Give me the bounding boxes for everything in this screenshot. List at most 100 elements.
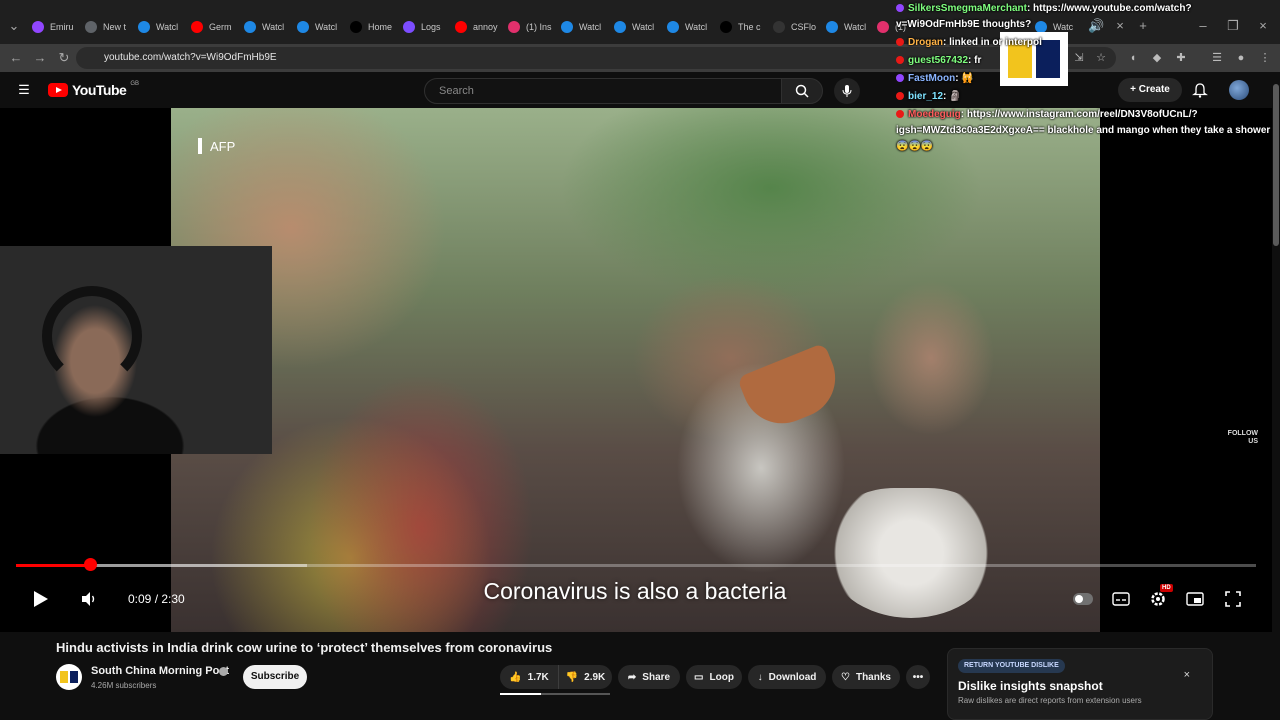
- tab-label: Watcl: [156, 22, 179, 32]
- forward-icon[interactable]: →: [32, 50, 48, 66]
- share-button[interactable]: ➦ Share: [618, 665, 680, 689]
- loop-icon: ▭: [694, 671, 704, 683]
- like-button[interactable]: 👍 1.7K: [500, 665, 558, 689]
- fullscreen-icon[interactable]: [1224, 590, 1242, 608]
- browser-tab[interactable]: Germ: [191, 14, 241, 40]
- browser-tab[interactable]: Watcl: [667, 14, 717, 40]
- chat-message: guest567432: fr: [896, 52, 981, 70]
- tab-favicon-icon: [403, 21, 415, 33]
- browser-tab[interactable]: (1) Ins: [508, 14, 558, 40]
- page-scrollbar[interactable]: [1272, 72, 1280, 720]
- chat-username[interactable]: bier_12: [908, 91, 943, 102]
- channel-avatar[interactable]: [56, 664, 82, 690]
- chat-badge-icon: [896, 110, 904, 119]
- like-ratio-fill: [500, 693, 541, 695]
- restore-icon[interactable]: ❐: [1225, 18, 1241, 34]
- chat-username[interactable]: guest567432: [908, 55, 968, 66]
- browser-tab[interactable]: Watcl: [826, 14, 876, 40]
- time-display: 0:09 / 2:30: [128, 592, 185, 606]
- reading-list-icon[interactable]: ☰: [1210, 51, 1224, 65]
- reload-icon[interactable]: ↻: [56, 50, 72, 66]
- progress-bar[interactable]: [16, 564, 1256, 567]
- tab-label: Germ: [209, 22, 232, 32]
- chat-username[interactable]: FastMoon: [908, 73, 955, 84]
- voice-search-button[interactable]: [834, 78, 860, 104]
- account-avatar[interactable]: [1229, 80, 1249, 100]
- autoplay-toggle[interactable]: [1073, 593, 1093, 605]
- tab-favicon-icon: [773, 21, 785, 33]
- miniplayer-icon[interactable]: [1186, 590, 1204, 608]
- video-title: Hindu activists in India drink cow urine…: [56, 640, 553, 655]
- chat-username[interactable]: Moedeguig: [908, 109, 961, 120]
- thumbs-down-icon: 👎: [565, 671, 579, 683]
- hd-badge: HD: [1160, 584, 1173, 592]
- hamburger-menu-icon[interactable]: ☰: [16, 82, 32, 98]
- audio-tab-icon[interactable]: 🔊: [1088, 18, 1104, 34]
- minimize-icon[interactable]: –: [1195, 18, 1211, 34]
- extensions-puzzle-icon[interactable]: ✚: [1174, 51, 1188, 65]
- follow-us-text: FOLLOW US: [1227, 430, 1258, 445]
- new-tab-icon[interactable]: +: [1135, 18, 1151, 34]
- volume-icon[interactable]: [80, 590, 98, 608]
- afp-watermark: AFP: [198, 138, 235, 154]
- video-player[interactable]: AFP Coronavirus is also a bacteria: [0, 108, 1272, 632]
- tab-label: The c: [738, 22, 761, 32]
- browser-tab[interactable]: Emiru: [32, 14, 82, 40]
- more-actions-button[interactable]: •••: [906, 665, 930, 689]
- chat-badge-icon: [896, 74, 904, 83]
- browser-tab[interactable]: Watcl: [244, 14, 294, 40]
- loop-button[interactable]: ▭ Loop: [686, 665, 742, 689]
- play-icon[interactable]: [30, 589, 50, 609]
- tab-label: Watcl: [262, 22, 285, 32]
- browser-tab[interactable]: CSFlo: [773, 14, 823, 40]
- tab-favicon-icon: [244, 21, 256, 33]
- subscribe-button[interactable]: Subscribe: [243, 665, 307, 689]
- tab-favicon-icon: [720, 21, 732, 33]
- profile-icon[interactable]: ●: [1234, 51, 1248, 65]
- scrollbar-thumb[interactable]: [1273, 84, 1279, 246]
- tab-search-icon[interactable]: ⌄: [6, 18, 22, 34]
- extension-icon[interactable]: ◆: [1150, 51, 1164, 65]
- ryd-description: Raw dislikes are direct reports from ext…: [958, 696, 1142, 705]
- browser-tab[interactable]: Logs: [403, 14, 453, 40]
- install-app-icon[interactable]: ⇲: [1072, 51, 1086, 65]
- notifications-bell-icon[interactable]: [1192, 82, 1208, 98]
- ryd-card: RETURN YOUTUBE DISLIKE × Dislike insight…: [947, 648, 1213, 720]
- subtitles-icon[interactable]: [1112, 590, 1130, 608]
- thanks-button[interactable]: ♡ Thanks: [832, 665, 900, 689]
- browser-tab[interactable]: Watcl: [138, 14, 188, 40]
- close-window-icon[interactable]: ×: [1255, 18, 1271, 34]
- close-tab-icon[interactable]: ×: [1112, 18, 1128, 34]
- subscriber-count: 4.26M subscribers: [91, 681, 157, 690]
- settings-gear-icon[interactable]: [1149, 590, 1167, 608]
- youtube-logo[interactable]: YouTube GB: [48, 81, 139, 98]
- chat-username[interactable]: Drogan: [908, 37, 943, 48]
- streamer-webcam: [0, 246, 272, 454]
- browser-tab[interactable]: Watcl: [561, 14, 611, 40]
- channel-name[interactable]: South China Morning Post: [91, 665, 229, 677]
- browser-tab[interactable]: Home: [350, 14, 400, 40]
- chat-message: igsh=MWZtd3c0a3E2dXgxeA== blackhole and …: [896, 122, 1270, 140]
- search-button[interactable]: [781, 78, 823, 104]
- browser-tab[interactable]: Watcl: [614, 14, 664, 40]
- extension-icon[interactable]: ◖: [1126, 51, 1140, 65]
- browser-tab[interactable]: The c: [720, 14, 770, 40]
- browser-tab[interactable]: annoy: [455, 14, 505, 40]
- download-icon: ↓: [757, 671, 763, 683]
- ryd-close-button[interactable]: ×: [1184, 669, 1190, 681]
- create-button[interactable]: + Create: [1118, 78, 1182, 102]
- download-button[interactable]: ↓ Download: [748, 665, 826, 689]
- browser-tab[interactable]: Watcl: [297, 14, 347, 40]
- tab-favicon-icon: [85, 21, 97, 33]
- menu-dots-icon[interactable]: ⋮: [1258, 51, 1272, 65]
- browser-tab[interactable]: New t: [85, 14, 135, 40]
- chat-username[interactable]: SilkersSmegmaMerchant: [908, 3, 1027, 14]
- tab-label: (1) Ins: [526, 22, 552, 32]
- back-icon[interactable]: ←: [8, 50, 24, 66]
- chat-text: v=Wi9OdFmHb9E thoughts?: [896, 19, 1032, 30]
- bookmark-star-icon[interactable]: ☆: [1094, 51, 1108, 65]
- like-ratio-bar: [500, 693, 610, 695]
- search-input[interactable]: Search: [424, 78, 782, 104]
- address-bar-row: ← → ↻ youtube.com/watch?v=Wi9OdFmHb9E ⇲ …: [0, 44, 1280, 72]
- dislike-button[interactable]: 👎 2.9K: [558, 665, 612, 689]
